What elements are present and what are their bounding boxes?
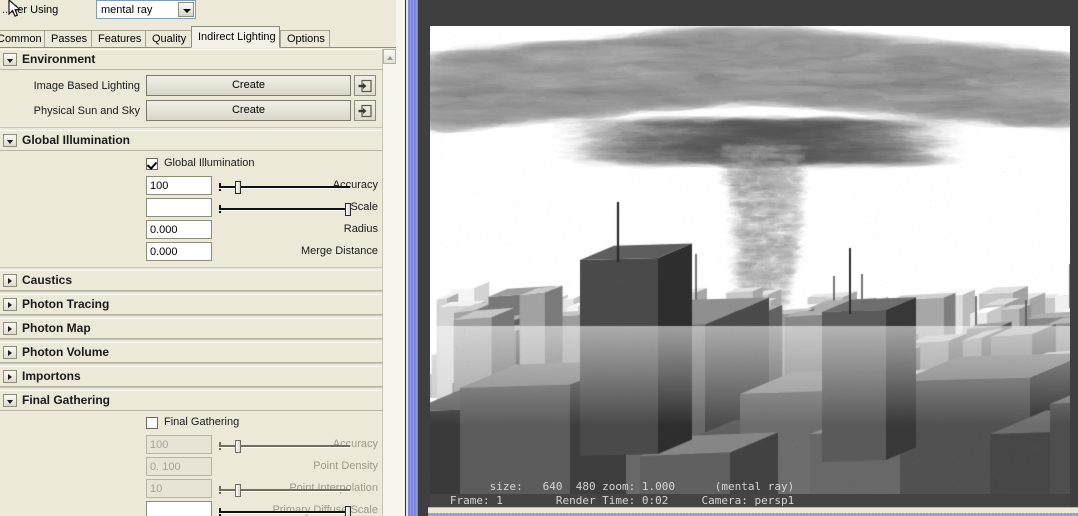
tab-passes[interactable]: Passes [44,30,94,48]
gi-scale-input[interactable] [146,198,212,217]
section-header-importons[interactable]: Importons [0,366,382,387]
settings-content: Environment Image Based Lighting Create … [0,49,382,516]
renderer-dropdown-value: mental ray [101,4,153,16]
section-header-photon-volume[interactable]: Photon Volume [0,342,382,363]
tab-quality[interactable]: Quality [145,30,194,48]
chevron-down-icon[interactable] [178,2,194,17]
section-header-photon-map[interactable]: Photon Map [0,318,382,339]
section-title-final-gathering: Final Gathering [22,393,111,407]
section-title-global-illumination: Global Illumination [22,133,130,147]
gi-accuracy-input[interactable]: 100 [146,176,212,195]
physical-sun-and-sky-label: Physical Sun and Sky [33,105,140,117]
render-settings-panel: ...der Using mental ray Common Passes Fe… [0,0,396,516]
chevron-right-icon[interactable] [3,346,17,359]
map-input-icon[interactable] [354,100,376,121]
row-physical-sun-and-sky: Physical Sun and Sky Create [0,99,382,124]
renderer-dropdown[interactable]: mental ray [96,0,196,19]
render-status-line-2: Frame: 1 Render Time: 0:02 Camera: persp… [430,494,1070,507]
section-title-photon-map: Photon Map [22,321,91,335]
panel-vertical-scrollbar[interactable] [382,49,396,516]
chevron-right-icon[interactable] [3,370,17,383]
section-header-global-illumination[interactable]: Global Illumination [0,130,382,151]
chevron-down-icon[interactable] [3,394,17,407]
gi-accuracy-value: 100 [150,180,169,192]
section-title-environment: Environment [22,52,96,66]
row-gi-radius: Radius 0.000 [0,219,382,241]
tab-features[interactable]: Features [91,30,148,48]
physical-sun-and-sky-create-button[interactable]: Create [146,100,351,121]
global-illumination-checkbox[interactable] [146,158,158,170]
fg-point-density-value: 0. 100 [150,461,181,473]
section-header-photon-tracing[interactable]: Photon Tracing [0,294,382,315]
fg-accuracy-value: 100 [150,439,169,451]
render-status-line-1: size: 640 480 zoom: 1.000 (mental ray) [430,480,795,493]
row-image-based-lighting: Image Based Lighting Create [0,74,382,99]
splitter-grip[interactable] [408,0,418,516]
fg-point-interpolation-slider[interactable] [219,484,350,497]
splitter-right-edge [418,0,428,516]
final-gathering-checkbox[interactable] [146,417,158,429]
fg-point-density-input[interactable]: 0. 100 [146,457,212,476]
row-fg-point-density: Point Density 0. 100 [0,456,382,478]
render-view: size: 640 480 zoom: 1.000 (mental ray) F… [428,0,1078,516]
final-gathering-checkbox-label: Final Gathering [164,416,240,428]
chevron-up-icon[interactable] [383,49,396,64]
row-gi-scale: Scale [0,197,382,219]
fg-point-density-label: Point Density [313,460,378,472]
gi-merge-distance-value: 0.000 [150,246,178,258]
tab-common[interactable]: Common [0,30,48,48]
tab-indirect-lighting[interactable]: Indirect Lighting [191,26,280,48]
tab-options[interactable]: Options [280,30,330,48]
row-primary-diffuse-scale: Primary Diffuse Scale [0,500,382,516]
global-illumination-checkbox-label: Global Illumination [164,157,255,169]
row-global-illumination-toggle: Global Illumination [0,155,382,175]
map-input-icon[interactable] [354,75,376,96]
gi-merge-distance-input[interactable]: 0.000 [146,242,212,261]
section-header-final-gathering[interactable]: Final Gathering [0,390,382,411]
settings-tabs: Common Passes Features Quality Indirect … [0,26,396,48]
rendered-image[interactable] [430,26,1070,506]
fg-point-interpolation-value: 10 [150,483,163,495]
row-final-gathering-toggle: Final Gathering [0,414,382,434]
section-header-caustics[interactable]: Caustics [0,270,382,291]
gi-radius-value: 0.000 [150,224,178,236]
gi-merge-distance-label: Merge Distance [300,245,378,257]
render-using-label: ...der Using [2,4,59,16]
section-title-importons: Importons [22,369,81,383]
primary-diffuse-scale-input[interactable] [146,501,212,516]
fg-accuracy-input[interactable]: 100 [146,435,212,454]
render-image-canvas [430,26,1070,506]
fg-point-interpolation-input[interactable]: 10 [146,479,212,498]
settings-scroll-area: Environment Image Based Lighting Create … [0,49,396,516]
row-gi-merge-distance: Merge Distance 0.000 [0,241,382,263]
section-header-environment[interactable]: Environment [0,49,382,70]
image-based-lighting-label: Image Based Lighting [33,80,140,92]
chevron-right-icon[interactable] [3,274,17,287]
section-title-photon-tracing: Photon Tracing [22,297,110,311]
renderer-selector-bar: ...der Using mental ray [0,0,396,24]
gi-radius-label: Radius [343,223,378,235]
gi-scale-slider[interactable] [219,203,351,216]
section-title-caustics: Caustics [22,273,73,287]
chevron-down-icon[interactable] [3,53,17,66]
row-gi-accuracy: Accuracy 100 [0,175,382,197]
gi-radius-input[interactable]: 0.000 [146,220,212,239]
row-fg-point-interpolation: Point Interpolation 10 [0,478,382,500]
panel-splitter[interactable] [396,0,428,516]
row-fg-accuracy: Accuracy 100 [0,434,382,456]
gi-accuracy-slider[interactable] [219,181,350,194]
render-view-bottom-bar [428,507,1078,516]
primary-diffuse-scale-slider[interactable] [219,506,351,516]
splitter-left-edge [396,0,405,516]
image-based-lighting-create-button[interactable]: Create [146,75,351,96]
chevron-right-icon[interactable] [3,298,17,311]
chevron-down-icon[interactable] [3,134,17,147]
chevron-right-icon[interactable] [3,322,17,335]
fg-accuracy-slider[interactable] [219,440,350,453]
section-title-photon-volume: Photon Volume [22,345,110,359]
